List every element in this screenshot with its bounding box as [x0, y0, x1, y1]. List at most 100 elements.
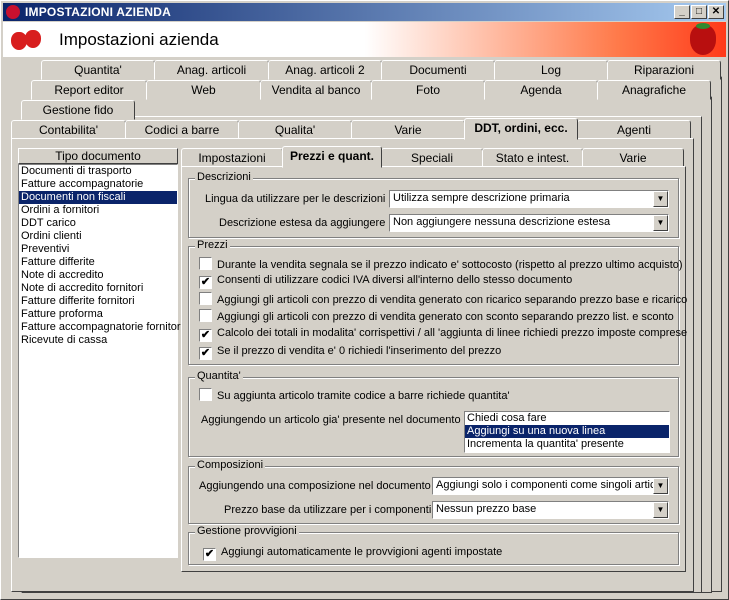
- chevron-down-icon[interactable]: ▼: [653, 478, 668, 494]
- prezzo-base-label: Prezzo base da utilizzare per i componen…: [224, 504, 438, 516]
- composizione-select[interactable]: Aggiungi solo i componenti come singoli …: [432, 477, 669, 495]
- descrizioni-title: Descrizioni: [195, 171, 253, 183]
- list-item[interactable]: Chiedi cosa fare: [465, 412, 669, 425]
- estesa-label: Descrizione estesa da aggiungere :: [219, 217, 392, 229]
- tab-contabilita[interactable]: Contabilita': [11, 120, 126, 140]
- checkbox-box[interactable]: ✔: [199, 329, 212, 342]
- tab-web[interactable]: Web: [146, 80, 261, 100]
- chevron-down-icon[interactable]: ▼: [653, 215, 668, 231]
- tab-agenda[interactable]: Agenda: [484, 80, 598, 100]
- checkbox-label: Calcolo dei totali in modalita' corrispe…: [217, 327, 688, 339]
- prezzo-base-select[interactable]: Nessun prezzo base ▼: [432, 501, 669, 519]
- prezzi-quant-panel: Descrizioni Lingua da utilizzare per le …: [181, 166, 687, 572]
- checkbox-label: Aggiungi automaticamente le provvigioni …: [221, 546, 503, 558]
- list-item[interactable]: Fatture accompagnatorie: [19, 178, 177, 191]
- list-item[interactable]: Incrementa la quantita' presente: [465, 438, 669, 451]
- tab-gestione-fido[interactable]: Gestione fido: [21, 100, 135, 120]
- tab-documenti[interactable]: Documenti: [381, 60, 495, 80]
- checkbox-box[interactable]: [199, 292, 212, 305]
- prezzo-base-value: Nessun prezzo base: [436, 503, 537, 515]
- prezzi-group: Prezzi Durante la vendita segnala se il …: [188, 239, 687, 365]
- chevron-down-icon[interactable]: ▼: [653, 191, 668, 207]
- list-item-selected[interactable]: Aggiungi su una nuova linea: [465, 425, 669, 438]
- list-item-selected[interactable]: Documenti non fiscali: [19, 191, 177, 204]
- list-item[interactable]: Note di accredito: [19, 269, 177, 282]
- list-item[interactable]: Ordini clienti: [19, 230, 177, 243]
- checkbox-label: Consenti di utilizzare codici IVA divers…: [217, 274, 573, 286]
- subtab-stato-intest[interactable]: Stato e intest.: [482, 148, 583, 167]
- tab-log[interactable]: Log: [494, 60, 608, 80]
- subtab-varie[interactable]: Varie: [582, 148, 684, 167]
- tab-anagrafiche[interactable]: Anagrafiche: [597, 80, 711, 100]
- checkbox-box[interactable]: [199, 257, 212, 270]
- window-title: IMPOSTAZIONI AZIENDA: [25, 5, 171, 19]
- tab-codici-a-barre[interactable]: Codici a barre: [125, 120, 239, 140]
- aggiungendo-composizione-label: Aggiungendo una composizione nel documen…: [199, 480, 437, 492]
- composizione-value: Aggiungi solo i componenti come singoli …: [436, 479, 662, 491]
- strawberry-logo-icon: [690, 23, 716, 55]
- lingua-select[interactable]: Utilizza sempre descrizione primaria ▼: [389, 190, 669, 208]
- list-item[interactable]: Documenti di trasporto: [19, 165, 177, 178]
- checkbox-box[interactable]: ✔: [203, 548, 216, 561]
- prezzo-zero-checkbox[interactable]: ✔ Se il prezzo di vendita e' 0 richiedi l…: [199, 345, 501, 360]
- composizioni-title: Composizioni: [195, 459, 266, 471]
- tab-vendita-al-banco[interactable]: Vendita al banco: [260, 80, 372, 100]
- checkbox-box[interactable]: [199, 309, 212, 322]
- list-item[interactable]: Fatture differite: [19, 256, 177, 269]
- lingua-label: Lingua da utilizzare per le descrizioni …: [205, 193, 392, 205]
- tab-quantita[interactable]: Quantita': [41, 60, 155, 80]
- provvigioni-title: Gestione provvigioni: [195, 525, 299, 537]
- articolo-presente-list[interactable]: Chiedi cosa fare Aggiungi su una nuova l…: [464, 411, 670, 453]
- title-bar[interactable]: IMPOSTAZIONI AZIENDA _ □ ✕: [3, 3, 726, 21]
- document-type-list[interactable]: Documenti di trasporto Fatture accompagn…: [18, 164, 183, 558]
- doc-list-header[interactable]: Tipo documento: [18, 148, 178, 164]
- sconto-separato-checkbox[interactable]: Aggiungi gli articoli con prezzo di vend…: [199, 309, 674, 323]
- tab-varie[interactable]: Varie: [351, 120, 465, 140]
- subtab-impostazioni[interactable]: Impostazioni: [181, 148, 283, 167]
- barcode-quantita-checkbox[interactable]: Su aggiunta articolo tramite codice a ba…: [199, 388, 510, 402]
- subtab-speciali[interactable]: Speciali: [381, 148, 483, 167]
- list-item[interactable]: DDT carico: [19, 217, 177, 230]
- maximize-button[interactable]: □: [691, 5, 707, 19]
- list-item[interactable]: Ricevute di cassa: [19, 334, 177, 347]
- tab-riparazioni[interactable]: Riparazioni: [607, 60, 721, 80]
- estesa-select[interactable]: Non aggiungere nessuna descrizione estes…: [389, 214, 669, 232]
- prezzo-sottocosto-checkbox[interactable]: Durante la vendita segnala se il prezzo …: [199, 257, 683, 271]
- list-item[interactable]: Fatture differite fornitori: [19, 295, 177, 308]
- checkbox-box[interactable]: ✔: [199, 347, 212, 360]
- estesa-value: Non aggiungere nessuna descrizione estes…: [393, 216, 611, 228]
- list-item[interactable]: Preventivi: [19, 243, 177, 256]
- codici-iva-checkbox[interactable]: ✔ Consenti di utilizzare codici IVA diver…: [199, 274, 573, 289]
- tab-foto[interactable]: Foto: [371, 80, 485, 100]
- tab-report-editor[interactable]: Report editor: [31, 80, 147, 100]
- presente-label: Aggiungendo un articolo gia' presente ne…: [201, 414, 467, 426]
- tab-ddt-ordini[interactable]: DDT, ordini, ecc.: [464, 118, 578, 140]
- lingua-value: Utilizza sempre descrizione primaria: [393, 192, 570, 204]
- composizioni-group: Composizioni Aggiungendo una composizion…: [188, 459, 679, 524]
- tab-anag-articoli[interactable]: Anag. articoli: [154, 60, 269, 80]
- close-button[interactable]: ✕: [708, 5, 724, 19]
- app-window: IMPOSTAZIONI AZIENDA _ □ ✕ Impostazioni …: [0, 0, 729, 600]
- chevron-down-icon[interactable]: ▼: [653, 502, 668, 518]
- subtab-prezzi-quant[interactable]: Prezzi e quant.: [282, 146, 382, 168]
- quantita-group: Quantita' Su aggiunta articolo tramite c…: [188, 370, 679, 457]
- minimize-button[interactable]: _: [674, 5, 690, 19]
- tab-anag-articoli-2[interactable]: Anag. articoli 2: [268, 60, 382, 80]
- list-item[interactable]: Fatture proforma: [19, 308, 177, 321]
- tab-agenti[interactable]: Agenti: [577, 120, 691, 140]
- tab-qualita[interactable]: Qualita': [238, 120, 352, 140]
- ricarico-separato-checkbox[interactable]: Aggiungi gli articoli con prezzo di vend…: [199, 292, 687, 306]
- strawberry-icon: [6, 5, 20, 19]
- header-banner: Impostazioni azienda: [3, 22, 726, 57]
- checkbox-label: Aggiungi gli articoli con prezzo di vend…: [217, 311, 674, 323]
- checkbox-box[interactable]: ✔: [199, 276, 212, 289]
- list-item[interactable]: Note di accredito fornitori: [19, 282, 177, 295]
- corrispettivi-checkbox[interactable]: ✔ Calcolo dei totali in modalita' corrisp…: [199, 327, 688, 342]
- list-item[interactable]: Ordini a fornitori: [19, 204, 177, 217]
- checkbox-box[interactable]: [199, 388, 212, 401]
- checkbox-label: Aggiungi gli articoli con prezzo di vend…: [217, 294, 688, 306]
- list-item[interactable]: Fatture accompagnatorie fornitori: [19, 321, 183, 334]
- checkbox-label: Durante la vendita segnala se il prezzo …: [217, 259, 683, 271]
- prezzi-title: Prezzi: [195, 239, 230, 251]
- provvigioni-auto-checkbox[interactable]: ✔ Aggiungi automaticamente le provvigioni…: [203, 546, 503, 561]
